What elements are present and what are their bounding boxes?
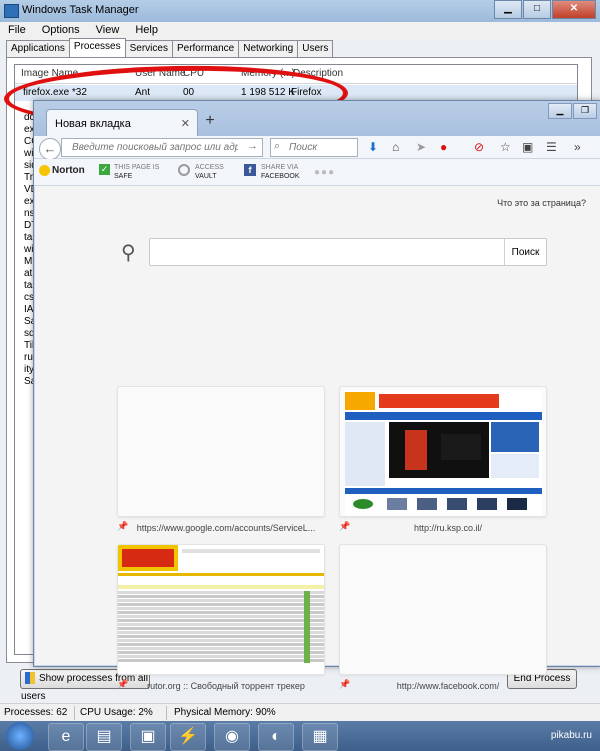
maximize-button[interactable]: □ — [523, 0, 551, 19]
overflow-menu-icon[interactable]: » — [574, 140, 581, 154]
task-manager-icon: ▦ — [312, 728, 328, 745]
tab-processes[interactable]: Processes — [68, 38, 126, 58]
block-icon[interactable]: ⊘ — [474, 140, 484, 154]
windows-taskbar: e ▤ ▣ ⚡ ◉ ◐ ▦ pikabu.ru — [0, 721, 600, 751]
start-button[interactable] — [6, 722, 34, 750]
rutor-thumbnail — [118, 545, 324, 674]
search-icon: ⌕ — [274, 140, 281, 152]
norton-safe-top: THIS PAGE IS — [114, 164, 160, 171]
tile-ksp[interactable] — [339, 386, 547, 517]
minimize-button[interactable]: ▁ — [494, 0, 522, 19]
taskbar-ie[interactable]: e — [48, 723, 84, 751]
floppy-disk-icon: ▣ — [140, 728, 156, 745]
close-icon[interactable]: ✕ — [181, 117, 190, 130]
taskbar-explorer[interactable]: ▤ — [86, 723, 122, 751]
taskbar-task-manager[interactable]: ▦ — [302, 723, 338, 751]
norton-logo[interactable]: Norton — [39, 165, 85, 176]
address-bar[interactable]: → — [61, 138, 263, 157]
folder-icon: ▤ — [96, 728, 112, 745]
firefox-icon: ◐ — [271, 728, 281, 745]
status-separator — [74, 706, 75, 720]
tab-users[interactable]: Users — [297, 40, 334, 58]
back-arrow-icon[interactable]: ← — [39, 138, 61, 160]
newtab-search-input[interactable] — [156, 244, 504, 261]
tile-rutor[interactable] — [117, 544, 325, 675]
ksp-thumbnail — [345, 390, 542, 516]
search-icon: ⚲ — [121, 242, 136, 264]
taskbar-floppy[interactable]: ▣ — [130, 723, 166, 751]
status-separator — [166, 706, 167, 720]
status-processes: Processes: 62 — [4, 707, 68, 718]
tile-facebook[interactable] — [339, 544, 547, 675]
firefox-window: Новая вкладка ✕ + ▁ ❐ ← → ⌕ ⬇ ⌂ ➤ ● ⊘ ☆ … — [33, 100, 600, 691]
tab-services[interactable]: Services — [124, 40, 173, 58]
pocket-icon[interactable]: ▣ — [522, 140, 533, 154]
status-bar: Processes: 62 CPU Usage: 2% Physical Mem… — [0, 703, 600, 721]
tile-label[interactable]: http://ru.ksp.co.il/ — [345, 523, 551, 533]
menu-help[interactable]: Help — [127, 22, 166, 40]
adblock-icon[interactable]: ● — [440, 140, 447, 154]
tile-label[interactable]: http://www.facebook.com/ — [345, 681, 551, 691]
newtab-search-box[interactable]: Поиск — [149, 238, 547, 266]
tab-new-tab[interactable]: Новая вкладка ✕ — [46, 109, 198, 137]
watermark: pikabu.ru — [550, 730, 592, 741]
close-button[interactable]: ✕ — [552, 0, 596, 19]
tab-applications[interactable]: Applications — [6, 40, 70, 58]
facebook-icon: f — [244, 164, 256, 176]
tile-label[interactable]: rutor.org :: Свободный торрент трекер — [123, 681, 329, 691]
newtab-search-button[interactable]: Поиск — [504, 239, 546, 265]
navigation-toolbar: ← → ⌕ ⬇ ⌂ ➤ ● ⊘ ☆ ▣ ☰ » — [34, 136, 600, 160]
reader-icon[interactable]: ☰ — [546, 140, 557, 154]
send-icon[interactable]: ➤ — [416, 140, 426, 154]
search-input[interactable] — [287, 141, 357, 154]
norton-vault-top: ACCESS — [195, 164, 224, 171]
firefox-minimize-button[interactable]: ▁ — [548, 103, 572, 119]
plus-icon[interactable]: + — [200, 111, 220, 131]
home-icon[interactable]: ⌂ — [392, 140, 399, 154]
chrome-icon: ◉ — [225, 728, 239, 745]
norton-share-bottom: FACEBOOK — [261, 173, 300, 180]
norton-share-button[interactable]: SHARE VIA FACEBOOK — [261, 163, 300, 181]
new-tab-page: Что это за страница? ⚲ Поиск 📌 https://w… — [35, 186, 600, 691]
bookmark-star-icon[interactable]: ☆ — [500, 140, 511, 154]
norton-safe-bottom: SAFE — [114, 173, 133, 180]
status-cpu: CPU Usage: 2% — [80, 707, 153, 718]
search-bar[interactable]: ⌕ — [270, 138, 358, 157]
tile-label[interactable]: https://www.google.com/accounts/ServiceL… — [123, 523, 329, 533]
menu-file[interactable]: File — [0, 22, 34, 40]
norton-check-icon — [39, 165, 50, 176]
winamp-icon: ⚡ — [178, 728, 198, 745]
tab-performance[interactable]: Performance — [171, 40, 240, 58]
norton-vault-button[interactable]: ACCESS VAULT — [195, 163, 224, 181]
download-icon[interactable]: ⬇ — [368, 140, 378, 154]
firefox-restore-button[interactable]: ❐ — [573, 103, 597, 119]
go-arrow-icon[interactable]: → — [247, 140, 258, 152]
safe-check-icon: ✓ — [99, 164, 110, 175]
task-manager-titlebar[interactable]: Windows Task Manager ▁ □ ✕ — [0, 0, 600, 23]
task-manager-title: Windows Task Manager — [22, 4, 139, 16]
internet-explorer-icon: e — [61, 728, 71, 745]
vault-icon — [178, 164, 190, 176]
taskbar-app[interactable]: ⚡ — [170, 723, 206, 751]
status-memory: Physical Memory: 90% — [174, 707, 276, 718]
firefox-tabstrip: Новая вкладка ✕ + ▁ ❐ — [34, 101, 600, 137]
tab-title: Новая вкладка — [55, 118, 131, 130]
tile-google[interactable] — [117, 386, 325, 517]
norton-safe-status[interactable]: THIS PAGE IS SAFE — [114, 163, 159, 181]
url-input[interactable] — [70, 141, 240, 154]
norton-brand: Norton — [52, 165, 85, 177]
what-is-this-page-link[interactable]: Что это за страница? — [497, 198, 586, 208]
taskbar-firefox[interactable]: ◐ — [258, 723, 294, 751]
more-dots-icon[interactable]: ●●● — [314, 167, 335, 178]
task-manager-app-icon — [4, 4, 19, 18]
norton-vault-bottom: VAULT — [195, 173, 217, 180]
norton-share-top: SHARE VIA — [261, 164, 299, 171]
norton-toolbar: Norton ✓ THIS PAGE IS SAFE ACCESS VAULT … — [34, 159, 600, 186]
tab-networking[interactable]: Networking — [238, 40, 299, 58]
uac-shield-icon — [25, 672, 35, 685]
taskbar-chrome[interactable]: ◉ — [214, 723, 250, 751]
